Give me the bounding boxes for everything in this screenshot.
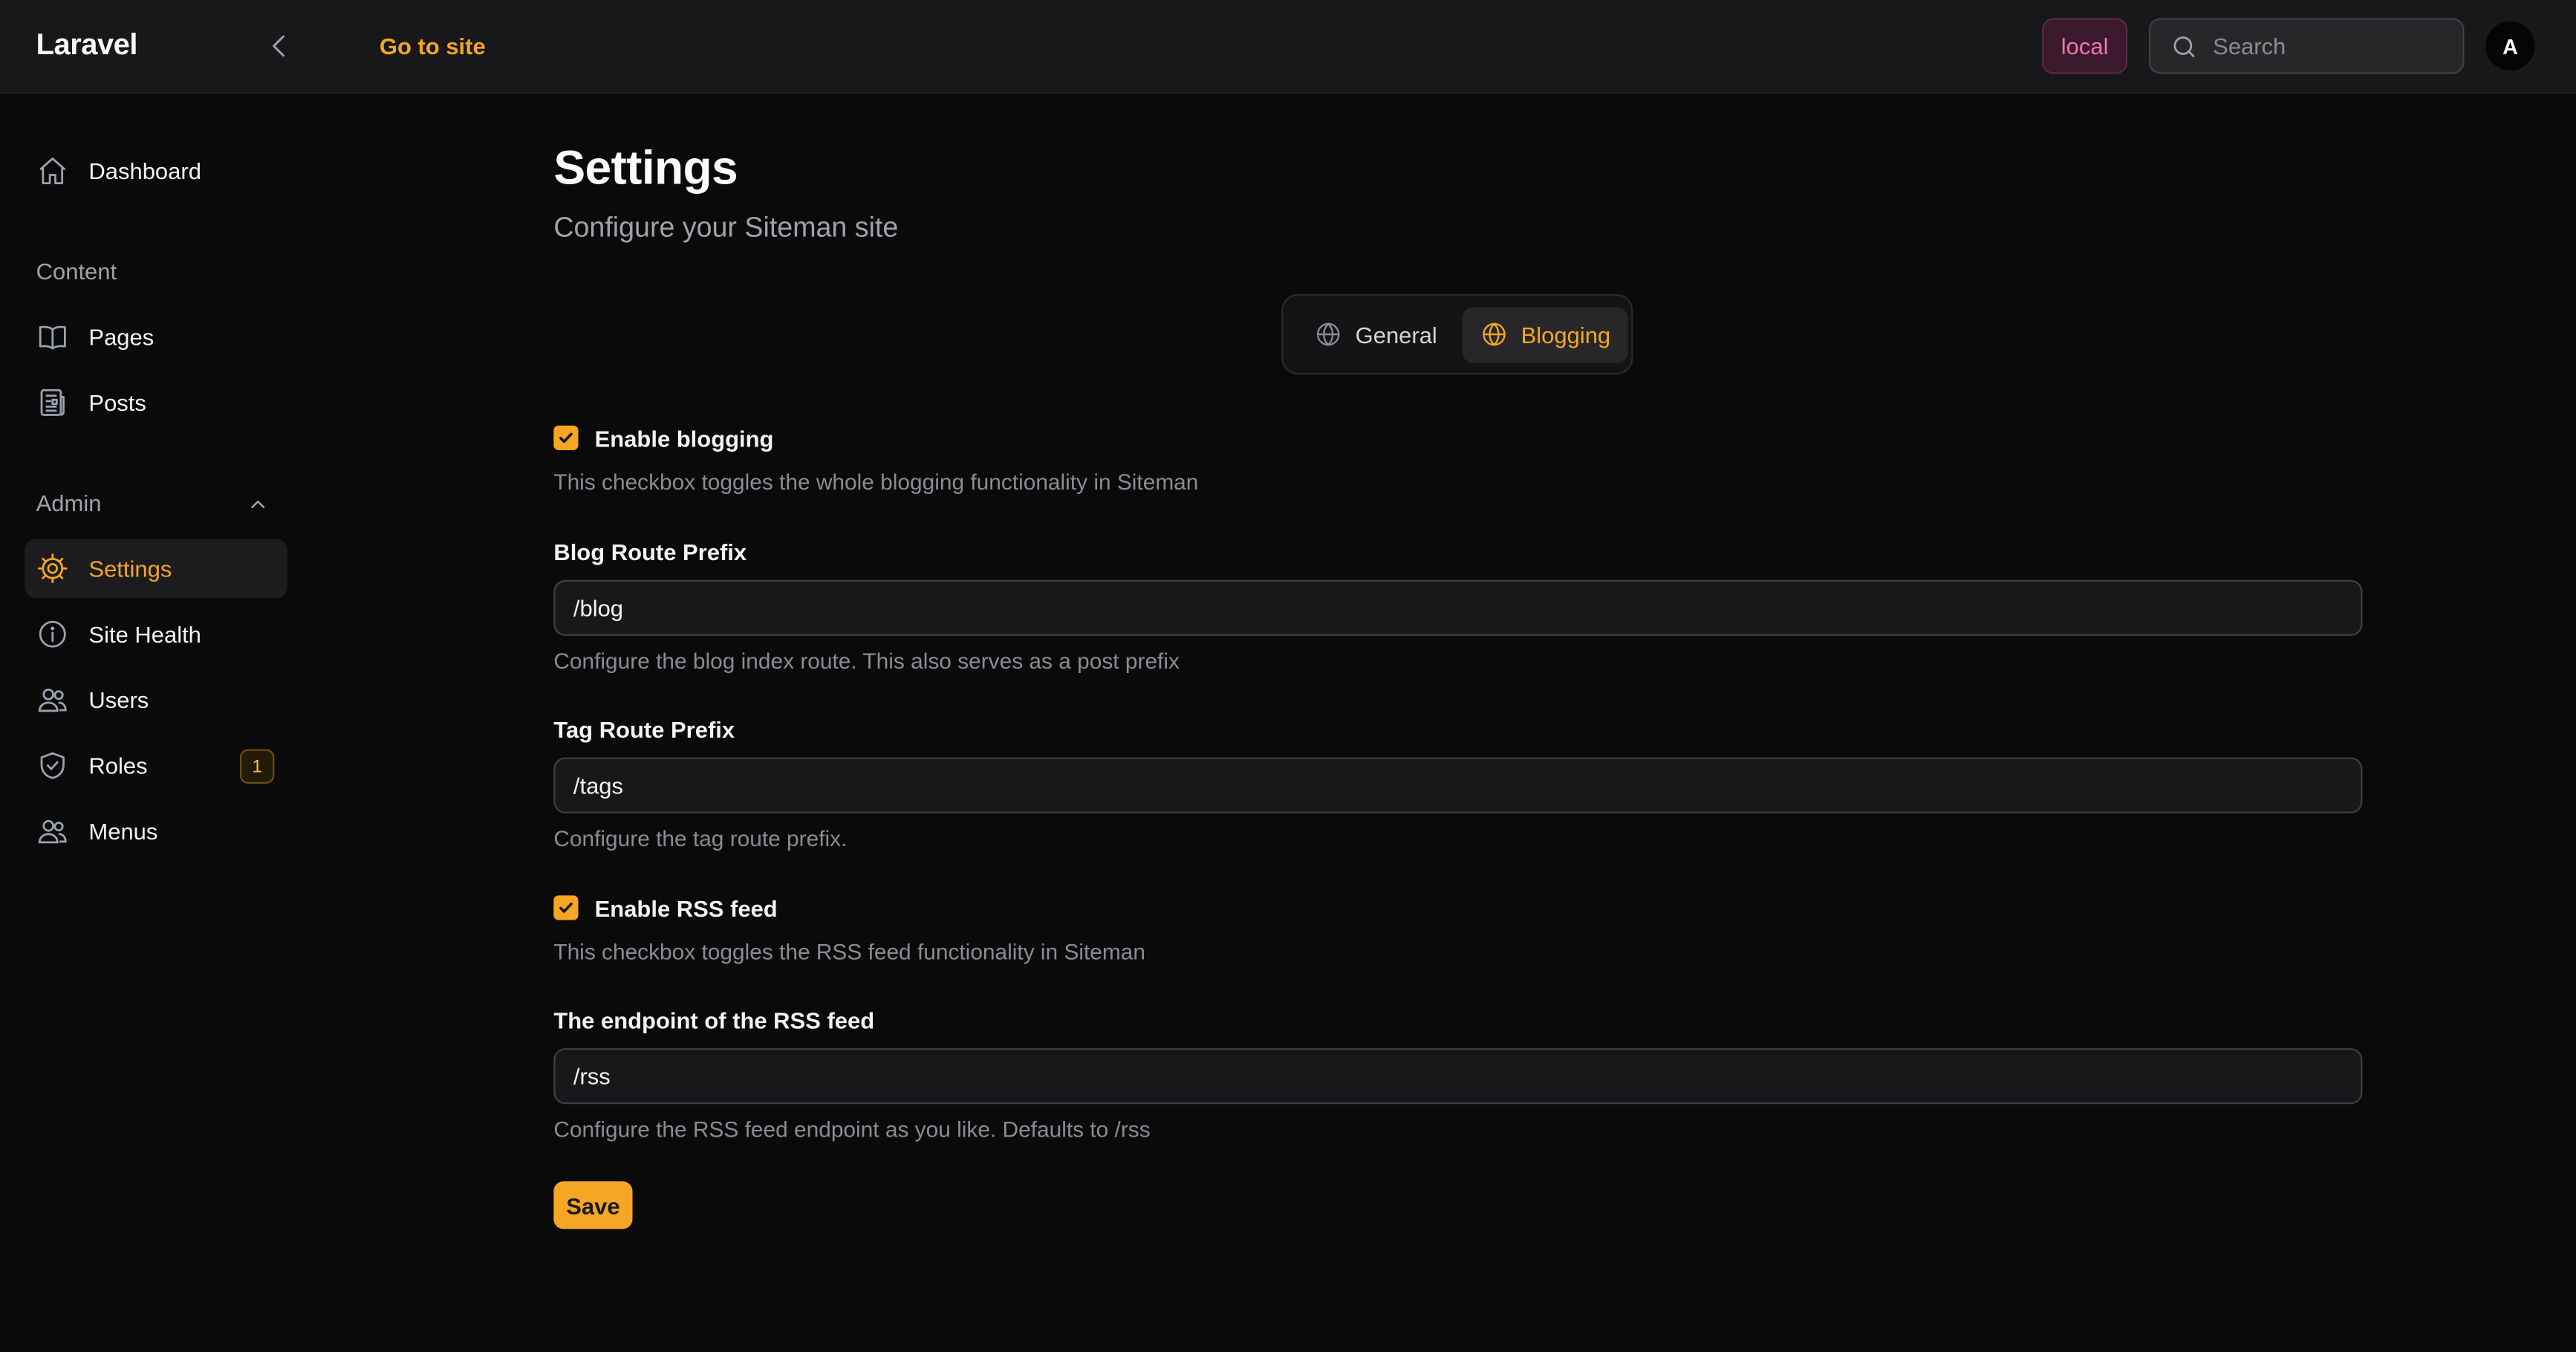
newspaper-icon: [40, 389, 65, 416]
info-circle-icon: [39, 620, 66, 648]
book-open-icon: [39, 325, 66, 350]
sidebar-item-menus[interactable]: Menus: [25, 802, 287, 861]
rss-endpoint-input[interactable]: [553, 1048, 2363, 1105]
sidebar-item-posts[interactable]: Posts: [25, 373, 287, 432]
users-icon: [38, 688, 67, 712]
sidebar-item-dashboard[interactable]: Dashboard: [25, 141, 287, 201]
brand-logo[interactable]: Laravel: [36, 28, 138, 62]
sidebar-item-users[interactable]: Users: [25, 670, 287, 729]
sidebar-group-admin: Admin: [36, 490, 102, 516]
chevron-left-icon[interactable]: [263, 30, 296, 62]
tag-route-prefix-help: Configure the tag route prefix.: [553, 826, 848, 851]
sidebar-item-label: Settings: [88, 555, 172, 582]
tab-label: Blogging: [1520, 321, 1611, 348]
tag-route-prefix-input[interactable]: [553, 757, 2363, 813]
enable-rss-label[interactable]: Enable RSS feed: [595, 895, 778, 921]
sidebar-item-label: Roles: [88, 752, 148, 779]
blog-route-prefix-input[interactable]: [553, 579, 2363, 636]
enable-blogging-label[interactable]: Enable blogging: [595, 426, 774, 452]
sidebar-item-label: Menus: [88, 818, 158, 845]
tab-general[interactable]: General: [1296, 306, 1455, 362]
enable-blogging-checkbox[interactable]: [553, 425, 579, 451]
top-bar: Laravel Go to site local A: [0, 0, 2576, 94]
sidebar-item-label: Posts: [88, 389, 146, 416]
tab-label: General: [1355, 321, 1437, 348]
cog-icon: [37, 553, 68, 584]
check-icon: [559, 432, 573, 443]
enable-rss-checkbox[interactable]: [553, 895, 579, 920]
enable-blogging-help: This checkbox toggles the whole blogging…: [553, 469, 1199, 495]
blog-route-prefix-label: Blog Route Prefix: [553, 539, 747, 565]
sidebar-item-label: Dashboard: [88, 157, 201, 184]
tag-route-prefix-label: Tag Route Prefix: [553, 716, 735, 743]
home-icon: [39, 157, 66, 184]
sidebar-item-label: Users: [88, 686, 149, 713]
tab-blogging[interactable]: Blogging: [1461, 306, 1629, 363]
sidebar-item-roles[interactable]: Roles 1: [25, 736, 287, 796]
shield-check-icon: [40, 752, 65, 779]
page-title: Settings: [553, 143, 738, 196]
sidebar-group-content: Content: [36, 258, 117, 285]
sidebar-item-settings[interactable]: Settings: [25, 539, 288, 599]
users-icon: [38, 819, 67, 844]
check-icon: [559, 903, 573, 913]
blog-route-prefix-help: Configure the blog index route. This als…: [553, 649, 1180, 674]
rss-endpoint-help: Configure the RSS feed endpoint as you l…: [553, 1117, 1151, 1143]
sidebar-item-label: Site Health: [88, 621, 201, 648]
sidebar-item-site-health[interactable]: Site Health: [25, 605, 287, 664]
roles-count-badge: 1: [239, 749, 275, 784]
page-subtitle: Configure your Siteman site: [553, 212, 899, 244]
settings-tabs: General Blogging: [1281, 293, 1633, 375]
sidebar: Dashboard Content Pages Posts Admin Sett…: [0, 95, 312, 1352]
search-box[interactable]: [2148, 18, 2465, 74]
environment-badge: local: [2042, 18, 2128, 74]
search-icon: [2173, 35, 2195, 56]
globe-icon: [1482, 322, 1506, 346]
enable-rss-help: This checkbox toggles the RSS feed funct…: [553, 940, 1146, 965]
save-button[interactable]: Save: [553, 1181, 633, 1229]
user-avatar[interactable]: A: [2485, 21, 2535, 71]
go-to-site-link[interactable]: Go to site: [380, 33, 486, 59]
globe-icon: [1316, 322, 1340, 346]
sidebar-item-label: Pages: [88, 323, 155, 351]
rss-endpoint-label: The endpoint of the RSS feed: [553, 1007, 875, 1034]
chevron-up-icon[interactable]: [247, 493, 270, 516]
sidebar-item-pages[interactable]: Pages: [25, 308, 287, 367]
search-input[interactable]: [2213, 33, 2459, 59]
